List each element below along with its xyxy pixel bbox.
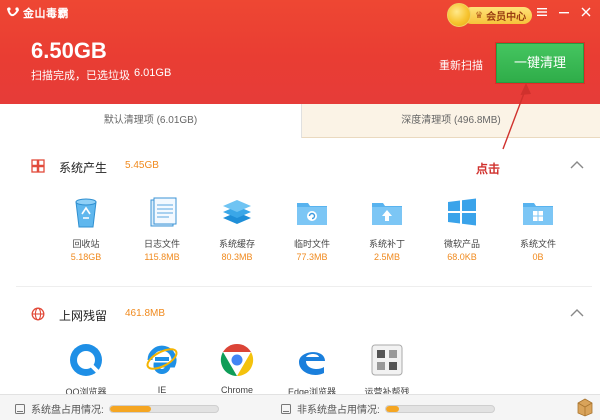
system-disk-bar	[108, 404, 219, 413]
toolbox-icon[interactable]	[576, 397, 594, 417]
windows-logo-icon	[31, 159, 45, 173]
item-size: 2.5MB	[373, 252, 400, 262]
vip-label: 会员中心	[486, 12, 527, 23]
item-label: 回收站	[72, 239, 100, 249]
section-title: 系统产生	[59, 161, 108, 175]
minimize-icon	[559, 12, 569, 14]
system-disk-label: 系统盘占用情况:	[31, 405, 104, 416]
other-disk-usage: 非系统盘占用情况:	[280, 401, 495, 416]
section-title: 上网残留	[59, 309, 108, 323]
scan-status-text: 扫描完成，已选垃圾	[31, 70, 130, 82]
one-click-clean-button[interactable]: 一键清理	[496, 43, 584, 83]
item-size: 80.3MB	[221, 252, 253, 262]
item-label: 临时文件	[293, 239, 330, 249]
item-temp-files[interactable]: 临时文件 77.3MB	[282, 194, 342, 274]
section-size: 461.8MB	[125, 308, 166, 319]
item-system-cache[interactable]: 系统缓存 80.3MB	[207, 194, 267, 274]
item-label: 日志文件	[143, 239, 180, 249]
minimize-button[interactable]	[556, 4, 572, 20]
section-system: 系统产生 5.45GB	[0, 152, 600, 182]
edge-icon	[299, 352, 325, 375]
log-file-icon	[150, 197, 177, 227]
tab-default-clean[interactable]: 默认清理项 (6.01GB)	[0, 104, 302, 138]
menu-button[interactable]	[534, 4, 550, 20]
clean-tabs: 默认清理项 (6.01GB) 深度清理项 (496.8MB)	[0, 104, 600, 138]
temp-folder-icon	[297, 203, 327, 225]
app-logo: 金山毒霸	[6, 5, 69, 21]
selected-size: 6.01GB	[134, 67, 172, 79]
close-icon	[581, 7, 591, 17]
other-disk-label: 非系统盘占用情况:	[297, 405, 380, 416]
recycle-bin-icon	[75, 198, 97, 228]
item-recycle-bin[interactable]: 回收站 5.18GB	[56, 194, 116, 274]
duba-logo-icon	[7, 7, 19, 17]
item-label: 系统缓存	[218, 239, 255, 249]
item-size: 115.8MB	[144, 252, 180, 262]
item-size: 68.0KB	[447, 252, 477, 262]
scan-status: 扫描完成，已选垃圾 6.01GB	[31, 67, 171, 83]
item-label: 系统文件	[519, 239, 556, 249]
collapse-chevron-icon[interactable]	[570, 308, 584, 318]
item-label: 系统补丁	[368, 239, 405, 249]
header: 金山毒霸 ♛ 会员中心 6.50GB 扫描完成，已选垃圾 6.01GB 重新扫描…	[0, 0, 600, 104]
item-system-patches[interactable]: 系统补丁 2.5MB	[357, 194, 417, 274]
item-label: 微软产品	[443, 239, 480, 249]
hard-disk-icon	[281, 403, 291, 414]
close-button[interactable]	[578, 4, 594, 20]
item-size: 5.18GB	[70, 252, 102, 262]
item-microsoft-products[interactable]: 微软产品 68.0KB	[432, 194, 492, 274]
section-size: 5.45GB	[125, 160, 159, 171]
collapse-chevron-icon[interactable]	[570, 160, 584, 170]
item-size: 0B	[532, 252, 544, 262]
hamburger-icon	[537, 8, 547, 16]
microsoft-logo-icon	[448, 198, 476, 226]
system-disk-usage: 系统盘占用情况:	[14, 401, 219, 416]
system-disk-fill	[109, 405, 151, 412]
chrome-icon	[220, 343, 254, 377]
total-junk-size: 6.50GB	[31, 38, 107, 63]
ie-icon	[146, 345, 178, 374]
rescan-link[interactable]: 重新扫描	[439, 57, 483, 73]
item-system-files[interactable]: 系统文件 0B	[508, 194, 568, 274]
vip-coin-icon	[447, 3, 471, 27]
qq-browser-icon	[70, 344, 102, 376]
hard-disk-icon	[15, 403, 25, 414]
section-divider	[16, 286, 592, 287]
patch-folder-icon	[372, 203, 402, 225]
status-bar: 系统盘占用情况: 非系统盘占用情况:	[0, 394, 600, 420]
crown-icon: ♛	[475, 10, 484, 20]
globe-icon	[31, 307, 45, 321]
other-disk-bar	[384, 404, 495, 413]
other-disk-fill	[385, 405, 399, 412]
misc-app-icon	[371, 344, 403, 376]
click-annotation: 点击	[476, 162, 501, 176]
app-window: 金山毒霸 ♛ 会员中心 6.50GB 扫描完成，已选垃圾 6.01GB 重新扫描…	[0, 0, 600, 420]
windows-folder-icon	[523, 203, 553, 225]
item-size: 77.3MB	[296, 252, 328, 262]
item-log-files[interactable]: 日志文件 115.8MB	[132, 194, 192, 274]
app-name: 金山毒霸	[23, 8, 69, 20]
tab-deep-clean[interactable]: 深度清理项 (496.8MB)	[302, 104, 600, 138]
system-cache-icon	[223, 200, 251, 224]
section-web-residue: 上网残留 461.8MB	[0, 300, 600, 330]
